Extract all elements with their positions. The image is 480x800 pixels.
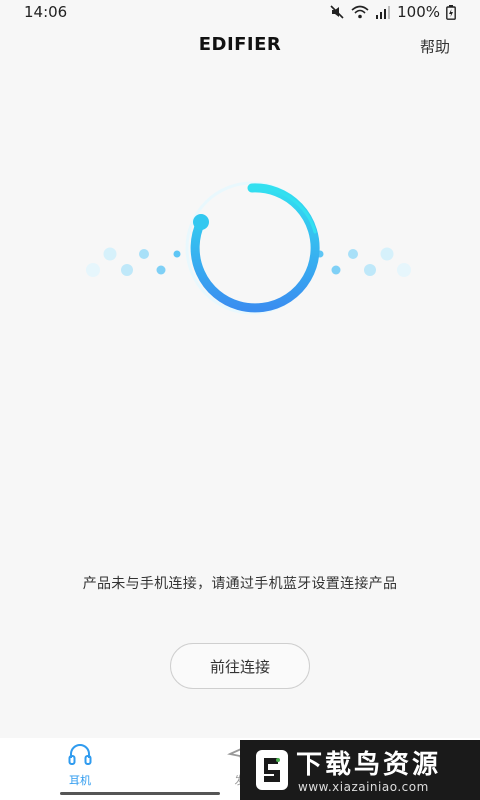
app-header: EDIFIER 帮助 bbox=[0, 30, 480, 62]
watermark-title: 下载鸟资源 bbox=[296, 750, 442, 780]
home-indicator[interactable] bbox=[60, 792, 220, 795]
wifi-icon bbox=[351, 5, 369, 19]
watermark-banner: 下载鸟资源 www.xiazainiao.com bbox=[240, 740, 480, 800]
nav-label-headphones: 耳机 bbox=[69, 774, 91, 787]
battery-icon bbox=[446, 4, 456, 20]
app-title: EDIFIER bbox=[198, 34, 282, 55]
nav-item-headphones[interactable]: 耳机 bbox=[50, 742, 110, 788]
status-time: 14:06 bbox=[24, 3, 68, 21]
bird-logo-icon bbox=[254, 748, 290, 796]
connection-message: 产品未与手机连接，请通过手机蓝牙设置连接产品 bbox=[82, 576, 398, 592]
connection-ring-graphic bbox=[86, 181, 411, 315]
battery-percent: 100% bbox=[397, 3, 440, 21]
help-button[interactable]: 帮助 bbox=[420, 36, 450, 57]
connection-animation bbox=[0, 170, 480, 340]
signal-icon bbox=[375, 5, 391, 19]
status-icons: 100% bbox=[329, 3, 456, 21]
status-bar: 14:06 100% bbox=[0, 0, 480, 24]
go-connect-button[interactable]: 前往连接 bbox=[170, 643, 310, 689]
mute-icon bbox=[329, 4, 345, 20]
headphones-icon bbox=[67, 742, 93, 770]
watermark-url: www.xiazainiao.com bbox=[298, 780, 429, 794]
